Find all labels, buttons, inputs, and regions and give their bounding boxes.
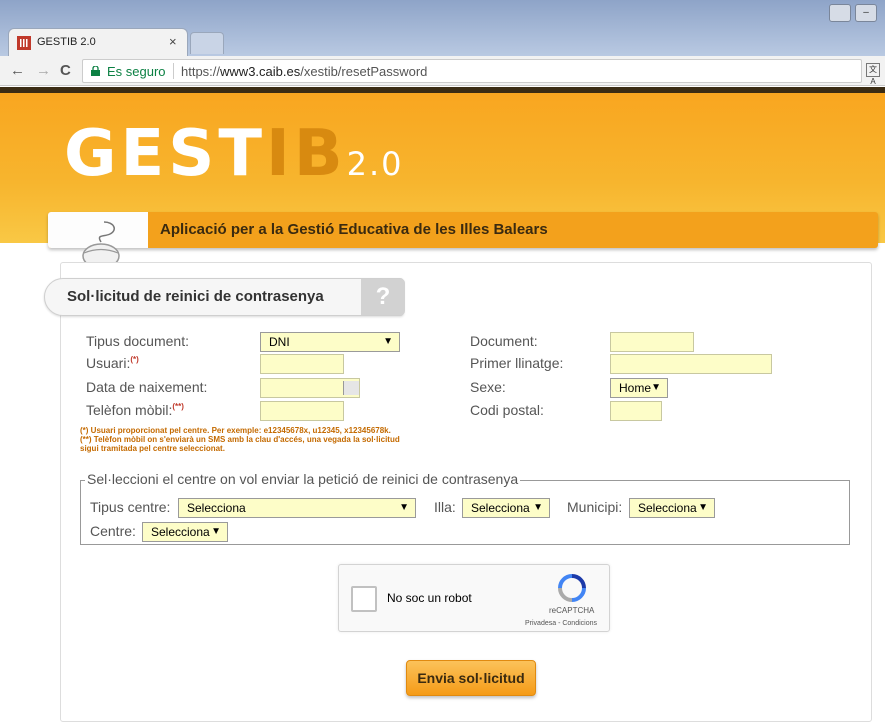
minimize-icon[interactable]: – (855, 4, 877, 22)
browser-tab[interactable]: GESTIB 2.0 × (8, 28, 188, 56)
chevron-down-icon: ▼ (383, 336, 393, 347)
form-title-box: Sol·licitud de reinici de contrasenya ? (44, 278, 405, 316)
recaptcha-checkbox[interactable] (351, 586, 377, 612)
illa-label: Illa: (434, 499, 456, 515)
data-naixement-label: Data de naixement: (86, 379, 208, 395)
telefon-label: Telèfon mòbil:(**) (86, 402, 184, 418)
chevron-down-icon: ▼ (211, 526, 221, 537)
address-bar: ← → C Es seguro https://www3.caib.es/xes… (0, 56, 885, 86)
recaptcha-logo-icon (558, 574, 586, 602)
lock-icon (91, 66, 100, 76)
centre-label: Centre: (90, 523, 136, 539)
app-subtitle: Aplicació per a la Gestió Educativa de l… (160, 221, 548, 238)
submit-button[interactable]: Envia sol·licitud (406, 660, 536, 696)
page-title: Sol·licitud de reinici de contrasenya (67, 288, 324, 305)
url-text: https://www3.caib.es/xestib/resetPasswor… (181, 64, 428, 79)
sexe-select[interactable]: Home ▼ (610, 378, 668, 398)
tipus-document-label: Tipus document: (86, 333, 189, 349)
centre-select[interactable]: Selecciona ▼ (142, 522, 228, 542)
tab-title: GESTIB 2.0 (37, 36, 96, 48)
recaptcha-label: No soc un robot (387, 591, 472, 605)
document-label: Document: (470, 333, 538, 349)
data-naixement-input[interactable] (260, 378, 360, 398)
chevron-down-icon: ▼ (533, 502, 543, 513)
omnibox[interactable]: Es seguro https://www3.caib.es/xestib/re… (82, 59, 862, 83)
centre-legend: Sel·leccioni el centre on vol enviar la … (85, 471, 521, 487)
sexe-label: Sexe: (470, 379, 506, 395)
municipi-label: Municipi: (567, 499, 623, 515)
telefon-note: (**) Telèfon mòbil on s'enviarà un SMS a… (80, 435, 400, 444)
telefon-note-cont: sigui tramitada pel centre seleccionat. (80, 444, 225, 453)
new-tab-button[interactable] (190, 32, 224, 54)
gestib-logo: GESTIB2.0 (64, 117, 404, 191)
recaptcha-brand: reCAPTCHA (549, 606, 595, 615)
calendar-icon[interactable] (343, 381, 359, 395)
subtitle-bar: Aplicació per a la Gestió Educativa de l… (48, 212, 878, 248)
forward-icon[interactable]: → (36, 62, 51, 79)
illa-select[interactable]: Selecciona ▼ (462, 498, 550, 518)
user-icon[interactable] (829, 4, 851, 22)
recaptcha-widget: No soc un robot reCAPTCHA Privadesa - Co… (338, 564, 610, 632)
chevron-down-icon: ▼ (651, 382, 661, 393)
gestib-favicon-icon (17, 36, 31, 50)
help-icon[interactable]: ? (361, 279, 405, 315)
translate-icon[interactable]: 文A (866, 63, 880, 86)
recaptcha-links[interactable]: Privadesa - Condicions (525, 620, 597, 627)
primer-llinatge-input[interactable] (610, 354, 772, 374)
codi-postal-label: Codi postal: (470, 402, 544, 418)
secure-label: Es seguro (107, 64, 166, 79)
document-input[interactable] (610, 332, 694, 352)
back-icon[interactable]: ← (10, 62, 25, 79)
usuari-label: Usuari:(*) (86, 355, 139, 371)
chevron-down-icon: ▼ (698, 502, 708, 513)
codi-postal-input[interactable] (610, 401, 662, 421)
telefon-input[interactable] (260, 401, 344, 421)
tipus-centre-label: Tipus centre: (90, 499, 171, 515)
reload-icon[interactable]: C (60, 62, 71, 79)
omnibox-divider (173, 63, 174, 79)
primer-llinatge-label: Primer llinatge: (470, 355, 564, 371)
tab-close-icon[interactable]: × (169, 34, 177, 49)
tipus-document-select[interactable]: DNI ▼ (260, 332, 400, 352)
browser-tabbar: GESTIB 2.0 × – (0, 0, 885, 56)
chevron-down-icon: ▼ (399, 502, 409, 513)
usuari-input[interactable] (260, 354, 344, 374)
municipi-select[interactable]: Selecciona ▼ (629, 498, 715, 518)
usuari-note: (*) Usuari proporcionat pel centre. Per … (80, 426, 391, 435)
tipus-centre-select[interactable]: Selecciona ▼ (178, 498, 416, 518)
